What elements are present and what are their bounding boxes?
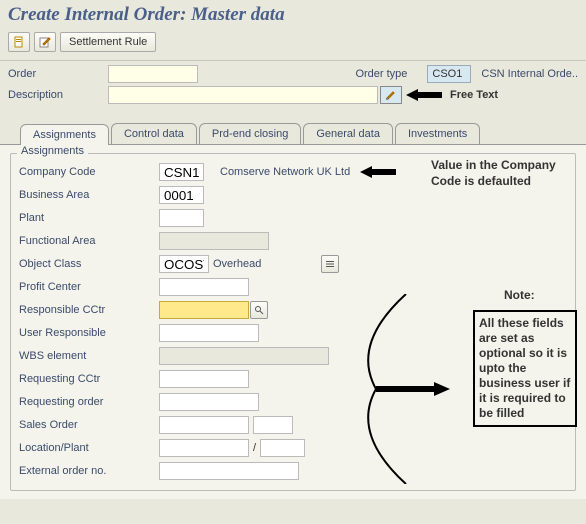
wbs-element-input[interactable] [159, 347, 329, 365]
tab-prd-end-closing[interactable]: Prd-end closing [199, 123, 301, 144]
tab-label: General data [316, 128, 380, 140]
assignments-panel: Assignments Company Code Comserve Networ… [0, 145, 586, 499]
object-class-input[interactable] [159, 255, 209, 273]
external-order-input[interactable] [159, 462, 299, 480]
order-type-desc: CSN Internal Orde.. [481, 68, 578, 80]
profit-center-input[interactable] [159, 278, 249, 296]
plant-input[interactable] [159, 209, 204, 227]
slash-separator: / [253, 442, 256, 454]
note-title: Note: [504, 288, 535, 302]
tab-assignments[interactable]: Assignments [20, 124, 109, 145]
tab-label: Investments [408, 128, 467, 140]
order-type-value: CSO1 [427, 65, 471, 83]
header-area: Order Order type CSO1 CSN Internal Orde.… [0, 61, 586, 111]
note-box: All these fields are set as optional so … [473, 310, 577, 427]
company-code-label: Company Code [19, 166, 159, 178]
group-title: Assignments [17, 145, 88, 157]
settlement-rule-label: Settlement Rule [69, 36, 147, 48]
requesting-order-input[interactable] [159, 393, 259, 411]
description-input[interactable] [108, 86, 378, 104]
assignments-group: Assignments Company Code Comserve Networ… [10, 153, 576, 491]
tab-label: Assignments [33, 129, 96, 141]
business-area-input[interactable] [159, 186, 204, 204]
profit-center-label: Profit Center [19, 281, 159, 293]
document-icon-button[interactable] [8, 32, 30, 52]
requesting-cctr-label: Requesting CCtr [19, 373, 159, 385]
location-input[interactable] [159, 439, 249, 457]
tab-general-data[interactable]: General data [303, 123, 393, 144]
long-text-icon-button[interactable] [380, 86, 402, 104]
object-class-label: Object Class [19, 258, 159, 270]
tab-investments[interactable]: Investments [395, 123, 480, 144]
toolbar: Settlement Rule [0, 28, 586, 61]
arrow-left-icon [360, 166, 396, 178]
order-label: Order [8, 68, 108, 80]
edit-icon-button[interactable] [34, 32, 56, 52]
tab-strip: Assignments Control data Prd-end closing… [0, 117, 586, 145]
order-type-label: Order type [355, 68, 407, 80]
sales-order-item-input[interactable] [253, 416, 293, 434]
company-code-input[interactable] [159, 163, 204, 181]
company-code-desc: Comserve Network UK Ltd [220, 166, 350, 178]
order-input[interactable] [108, 65, 198, 83]
plant-label: Plant [19, 212, 159, 224]
wbs-element-label: WBS element [19, 350, 159, 362]
description-label: Description [8, 89, 108, 101]
object-class-desc: Overhead [213, 258, 261, 270]
company-code-annotation: Value in the Company Code is defaulted [431, 158, 571, 189]
functional-area-input[interactable] [159, 232, 269, 250]
user-responsible-input[interactable] [159, 324, 259, 342]
settlement-rule-button[interactable]: Settlement Rule [60, 32, 156, 52]
external-order-label: External order no. [19, 465, 159, 477]
functional-area-label: Functional Area [19, 235, 159, 247]
dropdown-list-icon [325, 259, 335, 269]
user-responsible-label: User Responsible [19, 327, 159, 339]
location-plant-label: Location/Plant [19, 442, 159, 454]
tab-label: Control data [124, 128, 184, 140]
responsible-cctr-label: Responsible CCtr [19, 304, 159, 316]
tab-control-data[interactable]: Control data [111, 123, 197, 144]
brace-arrow-icon [346, 294, 466, 484]
object-class-dropdown-button[interactable] [321, 255, 339, 273]
page-title: Create Internal Order: Master data [0, 0, 586, 28]
responsible-cctr-f4-button[interactable] [250, 301, 268, 319]
business-area-label: Business Area [19, 189, 159, 201]
sales-order-input[interactable] [159, 416, 249, 434]
arrow-left-icon [406, 89, 442, 101]
location-plant2-input[interactable] [260, 439, 305, 457]
free-text-annotation: Free Text [450, 89, 498, 101]
requesting-cctr-input[interactable] [159, 370, 249, 388]
requesting-order-label: Requesting order [19, 396, 159, 408]
responsible-cctr-input[interactable] [159, 301, 249, 319]
search-help-icon [254, 305, 264, 315]
sales-order-label: Sales Order [19, 419, 159, 431]
tab-label: Prd-end closing [212, 128, 288, 140]
